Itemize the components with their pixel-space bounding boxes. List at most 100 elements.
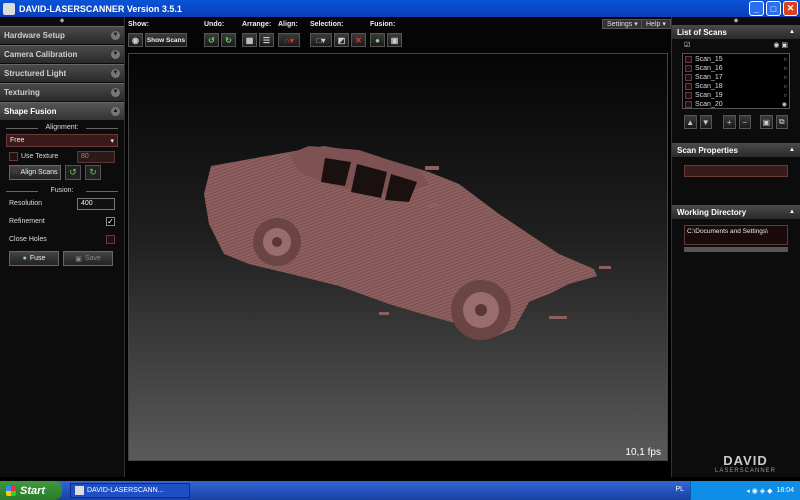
- scan-checkbox[interactable]: [685, 56, 692, 63]
- section-structured-light[interactable]: Structured Light ▼: [0, 64, 124, 82]
- invert-selection-icon[interactable]: ◩: [334, 33, 349, 47]
- hidden-icon[interactable]: ○: [783, 84, 787, 90]
- disk-icon[interactable]: ▣: [387, 33, 402, 47]
- save-scan-icon[interactable]: ▣: [760, 115, 773, 129]
- selection-box-icon[interactable]: □▾: [310, 33, 332, 47]
- panel-grip-icon[interactable]: ◆: [0, 17, 124, 25]
- undo-icon[interactable]: ↺: [204, 33, 219, 47]
- scan-properties-field[interactable]: [684, 165, 788, 177]
- scan-name: Scan_19: [695, 92, 723, 99]
- list-item[interactable]: Scan_20 ◉: [685, 100, 787, 109]
- scan-checkbox[interactable]: [685, 74, 692, 81]
- undo-align-button[interactable]: ↺: [65, 165, 81, 180]
- align-scans-button[interactable]: ∩ Align Scans: [9, 165, 61, 180]
- fusion-label: Fusion:: [370, 21, 396, 28]
- fuse-button[interactable]: ● Fuse: [9, 251, 59, 266]
- maximize-button[interactable]: □: [766, 1, 781, 16]
- scan-checkbox[interactable]: [685, 101, 692, 108]
- move-down-icon[interactable]: ▼: [699, 115, 712, 129]
- david-logo: DAVID LASERSCANNER: [715, 453, 776, 474]
- redo-icon[interactable]: ↻: [221, 33, 236, 47]
- section-texturing[interactable]: Texturing ▼: [0, 83, 124, 101]
- chevron-down-icon: ▼: [111, 69, 120, 78]
- scan-name: Scan_20: [695, 101, 723, 108]
- settings-menu[interactable]: Settings ▾: [602, 19, 643, 29]
- refinement-checkbox[interactable]: ✓: [106, 217, 115, 226]
- copy-icon[interactable]: ⧉: [775, 115, 788, 129]
- 3d-viewport[interactable]: 10,1 fps: [128, 53, 668, 461]
- scan-checkbox[interactable]: [685, 83, 692, 90]
- redo-align-button[interactable]: ↻: [85, 165, 101, 180]
- list-item[interactable]: Scan_15 ○: [685, 55, 787, 64]
- scan-name: Scan_18: [695, 83, 723, 90]
- working-directory-header: Working Directory ▲: [672, 205, 800, 219]
- undo-group: Undo: ↺ ↻: [204, 21, 236, 47]
- save-button[interactable]: ▣ Save: [63, 251, 113, 266]
- fuse-icon: ●: [22, 255, 27, 262]
- use-texture-checkbox[interactable]: [9, 152, 18, 161]
- align-label: Align:: [278, 21, 298, 28]
- arrange-grid-icon[interactable]: ▦: [242, 33, 257, 47]
- fusion-group: Fusion: ● ▣: [370, 21, 402, 47]
- fuse-label: Fuse: [29, 255, 46, 262]
- eye-icon[interactable]: ◉: [782, 101, 787, 108]
- add-icon[interactable]: +: [723, 115, 736, 129]
- arrange-label: Arrange:: [242, 21, 272, 28]
- scan-checkbox[interactable]: [685, 92, 692, 99]
- collapse-icon[interactable]: ▲: [789, 29, 795, 35]
- list-item[interactable]: Scan_16 ○: [685, 64, 787, 73]
- delete-icon[interactable]: ✕: [351, 33, 366, 47]
- move-up-icon[interactable]: ▲: [684, 115, 697, 129]
- chevron-down-icon: ▼: [111, 31, 120, 40]
- chevron-up-icon: ▲: [111, 107, 120, 116]
- taskbar-item-david[interactable]: DAVID-LASERSCANN...: [70, 483, 190, 498]
- redo-icon: ↻: [89, 167, 97, 177]
- refinement-label: Refinement: [9, 218, 45, 225]
- close-holes-checkbox[interactable]: [106, 235, 115, 244]
- alignment-mode-select[interactable]: Free ▾: [6, 134, 118, 147]
- eye-icon[interactable]: ◉: [128, 33, 143, 47]
- scan-mesh: [204, 146, 611, 340]
- scan-list: Scan_15 ○ Scan_16 ○ Scan_17 ○ Scan_18 ○ Scan…: [682, 53, 790, 109]
- section-label: Camera Calibration: [4, 50, 78, 59]
- list-item[interactable]: Scan_19 ○: [685, 91, 787, 100]
- list-item[interactable]: Scan_18 ○: [685, 82, 787, 91]
- fps-counter: 10,1 fps: [625, 447, 661, 458]
- fuse-icon[interactable]: ●: [370, 33, 385, 47]
- select-all-icon[interactable]: ☑: [684, 41, 690, 49]
- selection-label: Selection:: [310, 21, 344, 28]
- collapse-icon[interactable]: ▲: [789, 147, 795, 153]
- working-directory-field[interactable]: C:\Documents and Settings\: [684, 225, 788, 245]
- close-button[interactable]: ✕: [783, 1, 798, 16]
- panel-grip-icon[interactable]: ◆: [672, 17, 800, 25]
- texture-value-input[interactable]: 80: [77, 150, 115, 163]
- section-hardware-setup[interactable]: Hardware Setup ▼: [0, 26, 124, 44]
- visibility-toggle-icon[interactable]: ◉ ▣: [773, 41, 788, 49]
- section-camera-calibration[interactable]: Camera Calibration ▼: [0, 45, 124, 63]
- arrange-list-icon[interactable]: ☰: [259, 33, 274, 47]
- collapse-icon[interactable]: ▲: [789, 209, 795, 215]
- section-label: Shape Fusion: [4, 107, 57, 116]
- tray-icons[interactable]: ◂ ◉ ◈ ◆: [746, 487, 772, 495]
- clock[interactable]: 18:04: [776, 487, 794, 494]
- remove-icon[interactable]: −: [738, 115, 751, 129]
- arrange-group: Arrange: ▦ ☰: [242, 21, 274, 47]
- working-directory-title: Working Directory: [677, 207, 747, 217]
- hidden-icon[interactable]: ○: [783, 57, 787, 63]
- horizontal-scrollbar[interactable]: [684, 247, 788, 252]
- hidden-icon[interactable]: ○: [783, 66, 787, 72]
- help-menu[interactable]: Help ▾: [641, 19, 671, 29]
- magnet-icon[interactable]: ∩▾: [278, 33, 300, 47]
- hidden-icon[interactable]: ○: [783, 75, 787, 81]
- section-shape-fusion[interactable]: Shape Fusion ▲: [0, 102, 124, 120]
- resolution-input[interactable]: 400: [77, 197, 115, 210]
- hidden-icon[interactable]: ○: [783, 93, 787, 99]
- language-indicator[interactable]: PL: [675, 486, 684, 493]
- show-scans-select[interactable]: Show Scans: [145, 33, 187, 47]
- chevron-down-icon: ▼: [111, 50, 120, 59]
- system-tray: ◂ ◉ ◈ ◆ 18:04: [690, 481, 800, 500]
- minimize-button[interactable]: _: [749, 1, 764, 16]
- list-item[interactable]: Scan_17 ○: [685, 73, 787, 82]
- scan-checkbox[interactable]: [685, 65, 692, 72]
- start-button[interactable]: Start: [0, 481, 62, 500]
